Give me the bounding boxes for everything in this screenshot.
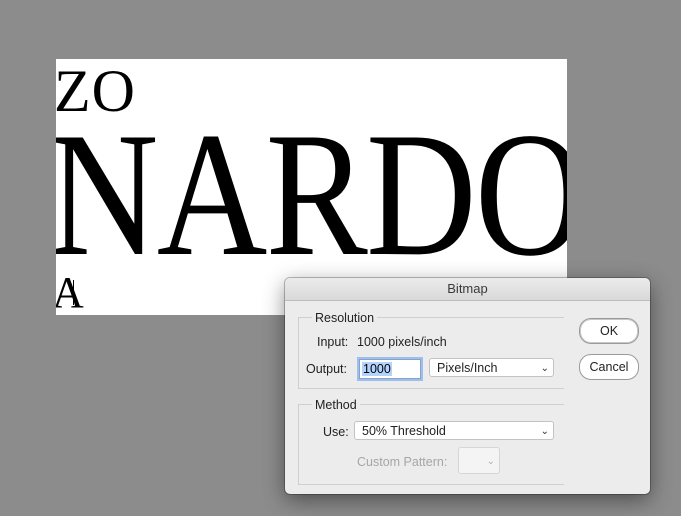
ok-button[interactable]: OK: [579, 318, 639, 344]
chevron-down-icon: ⌄: [540, 363, 549, 374]
text-cursor: [73, 280, 74, 305]
input-value: 1000 pixels/inch: [357, 335, 447, 349]
method-select-value: 50% Threshold: [362, 424, 446, 438]
resolution-group: [298, 317, 564, 389]
dialog-title: Bitmap: [285, 278, 650, 301]
use-label: Use:: [323, 425, 349, 439]
custom-pattern-select[interactable]: ⌄: [458, 447, 500, 474]
chevron-down-icon: ⌄: [486, 456, 495, 467]
chevron-down-icon: ⌄: [540, 426, 549, 437]
unit-select[interactable]: Pixels/Inch ⌄: [429, 358, 554, 377]
output-resolution-input[interactable]: 1000: [359, 359, 421, 379]
output-resolution-value: 1000: [362, 362, 392, 376]
canvas-text-bottom: A: [56, 268, 84, 315]
cancel-button[interactable]: Cancel: [579, 354, 639, 380]
resolution-group-title: Resolution: [312, 311, 378, 325]
method-group-title: Method: [312, 398, 360, 412]
document-canvas[interactable]: ZO NARDO A: [56, 59, 567, 315]
method-group: [298, 404, 564, 485]
method-select[interactable]: 50% Threshold ⌄: [354, 421, 554, 440]
output-label: Output:: [306, 362, 347, 376]
unit-select-value: Pixels/Inch: [437, 361, 498, 375]
bitmap-dialog: Bitmap Resolution Input: 1000 pixels/inc…: [285, 278, 650, 494]
custom-pattern-label: Custom Pattern:: [357, 455, 448, 469]
canvas-text-main: NARDO: [56, 95, 567, 293]
input-label: Input:: [317, 335, 349, 349]
